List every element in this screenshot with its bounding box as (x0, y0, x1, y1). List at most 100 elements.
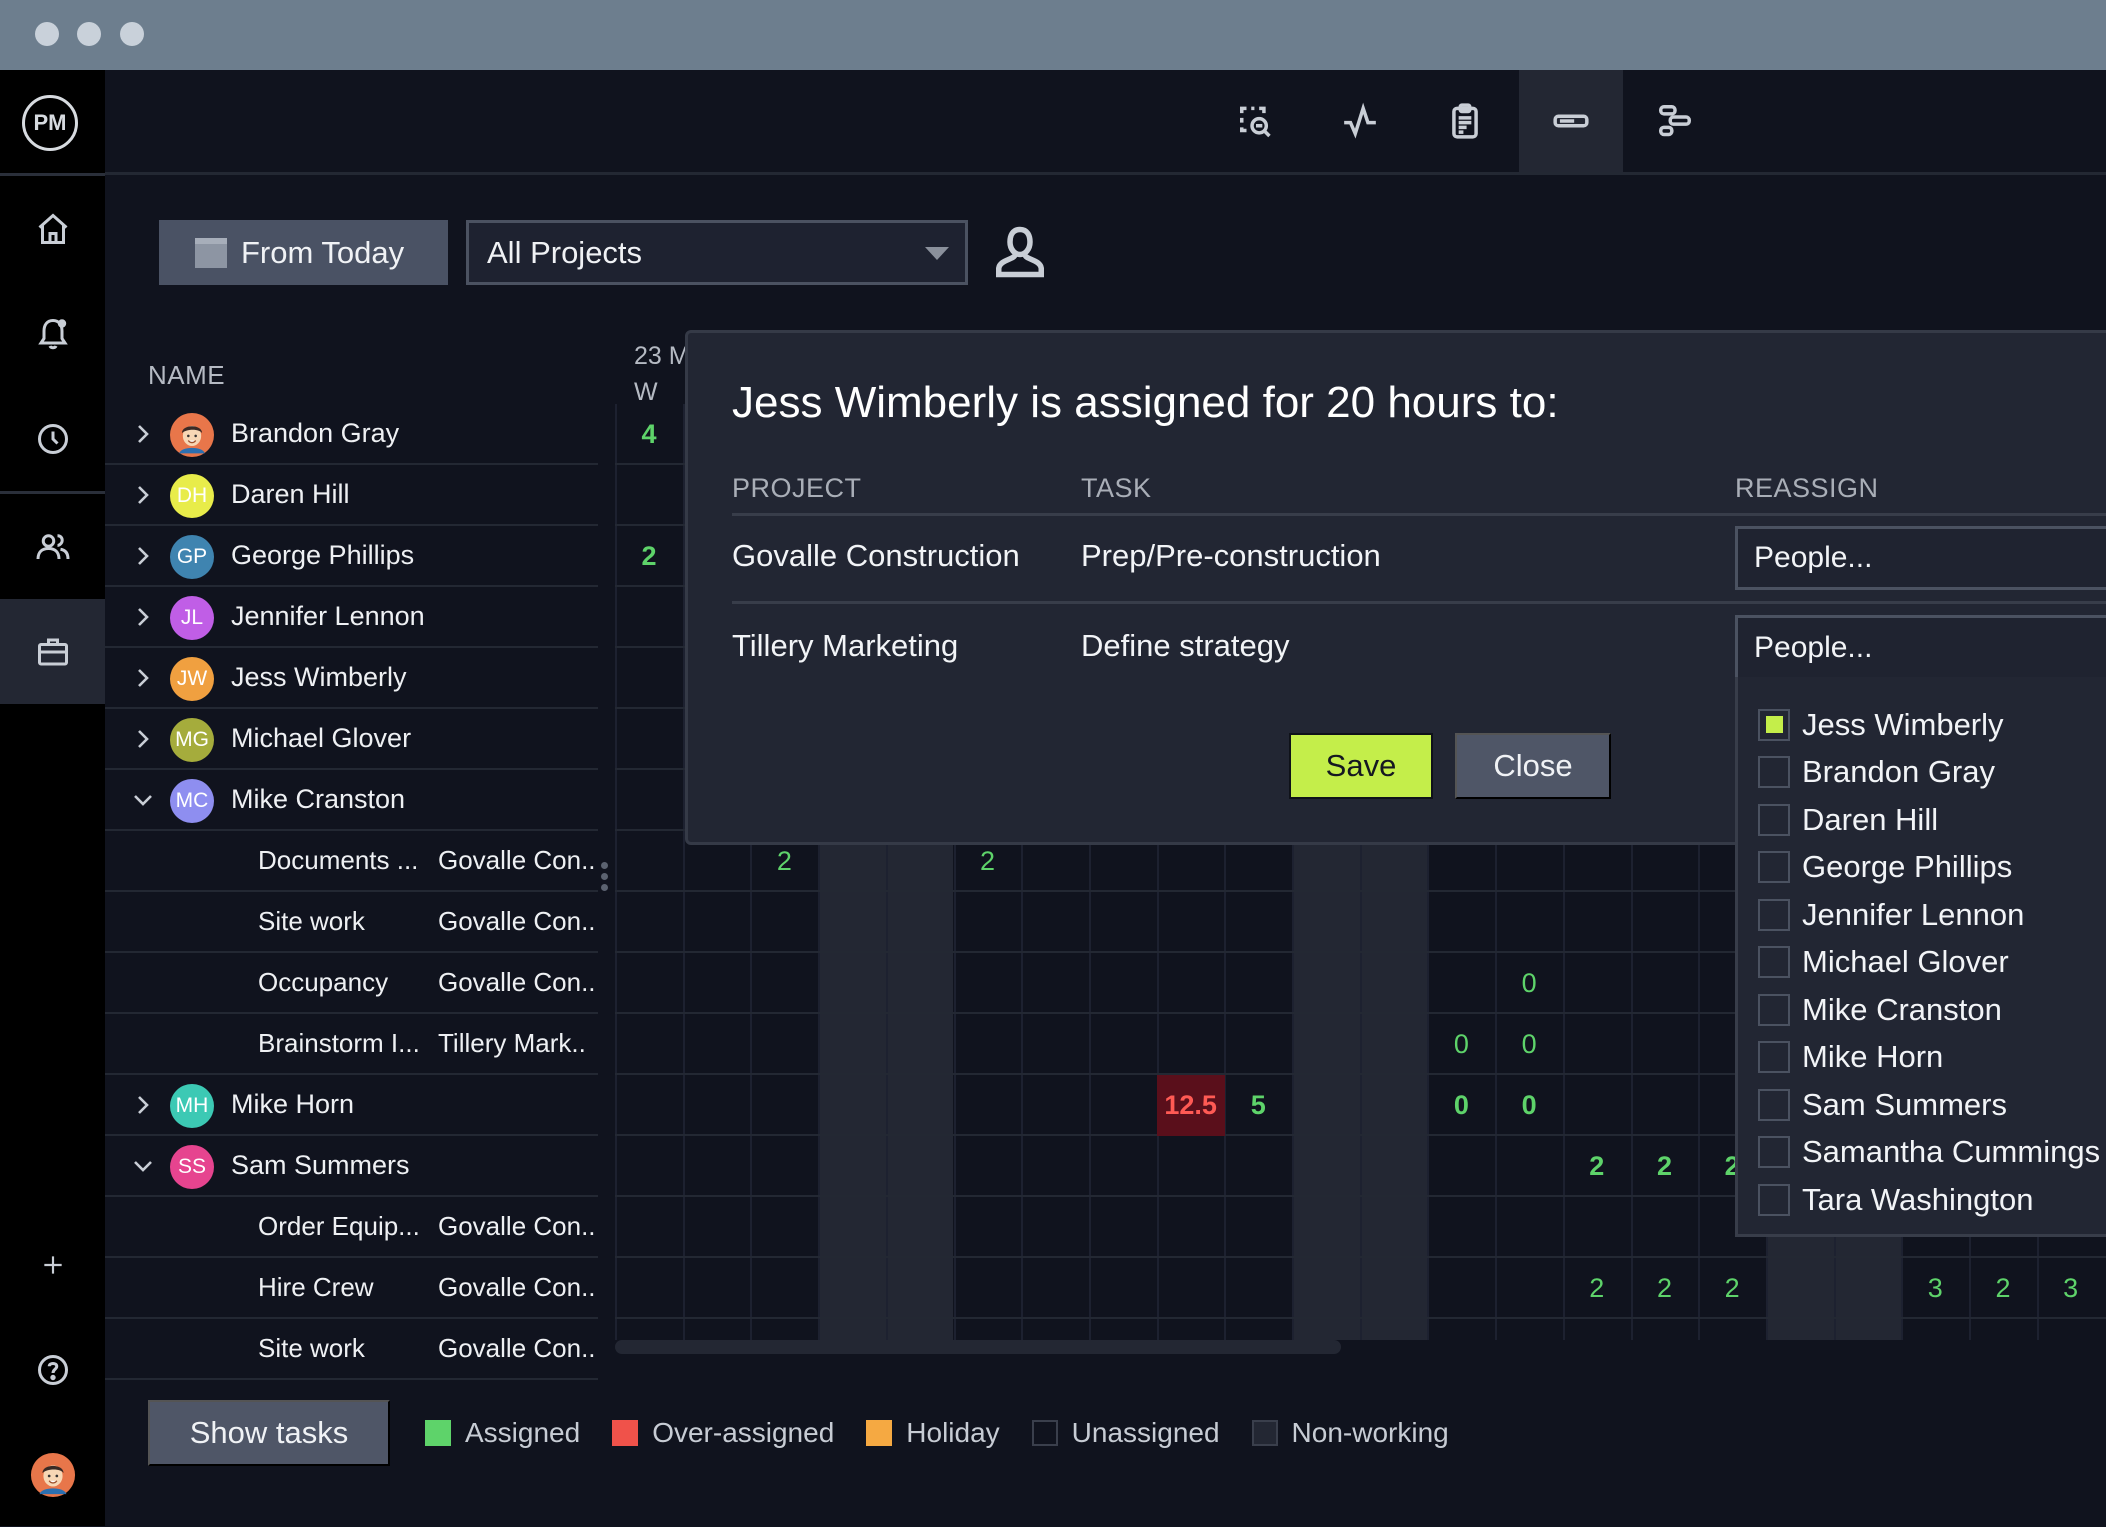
chevron-down-icon[interactable] (131, 1154, 155, 1178)
checkbox[interactable] (1758, 1088, 1790, 1121)
pm-logo[interactable]: PM (22, 95, 78, 151)
chevron-right-icon[interactable] (131, 483, 155, 507)
assigned-hours-cell[interactable]: 0 (1495, 1014, 1563, 1075)
person-row[interactable]: JL Jennifer Lennon (105, 587, 598, 648)
task-row[interactable]: Documents ... Govalle Con.. (105, 831, 598, 892)
person-row[interactable]: GP George Phillips (105, 526, 598, 587)
sidebar-item-notifications[interactable] (0, 281, 105, 386)
name-column-header[interactable]: NAME (148, 360, 225, 391)
toolbar-reports-button[interactable] (1413, 70, 1517, 172)
toolbar-workload-button[interactable] (1519, 70, 1623, 172)
chevron-right-icon[interactable] (131, 727, 155, 751)
checkbox[interactable] (1758, 993, 1790, 1026)
checkbox[interactable] (1758, 898, 1790, 931)
avatar: JL (170, 596, 214, 640)
people-option[interactable]: Mike Cranston (1738, 986, 2106, 1034)
assigned-hours-cell[interactable]: 5 (1224, 1075, 1292, 1136)
person-row[interactable]: JW Jess Wimberly (105, 648, 598, 709)
avatar: MG (170, 718, 214, 762)
window-close-button[interactable] (35, 22, 59, 46)
toolbar-zoom-out-button[interactable] (1204, 70, 1308, 172)
sidebar-item-team[interactable] (0, 494, 105, 599)
sidebar-item-home[interactable] (0, 176, 105, 281)
person-row[interactable]: Brandon Gray (105, 404, 598, 465)
people-option[interactable]: George Phillips (1738, 844, 2106, 892)
task-row[interactable]: Hire Crew Govalle Con.. (105, 1258, 598, 1319)
chevron-right-icon[interactable] (131, 422, 155, 446)
project-select[interactable]: All Projects (466, 220, 968, 285)
chevron-right-icon[interactable] (131, 666, 155, 690)
assigned-hours-cell[interactable]: 2 (1563, 1258, 1631, 1319)
assigned-hours-cell[interactable]: 2 (1969, 1258, 2037, 1319)
legend-swatch (1251, 1420, 1278, 1446)
checkbox[interactable] (1758, 803, 1790, 836)
horizontal-scrollbar[interactable] (615, 1340, 1341, 1354)
people-option[interactable]: Daren Hill (1738, 796, 2106, 844)
task-row[interactable]: Order Equip... Govalle Con.. (105, 1197, 598, 1258)
assigned-hours-cell[interactable]: 4 (615, 404, 683, 465)
checkbox[interactable] (1758, 708, 1790, 741)
sidebar-help-button[interactable] (0, 1317, 105, 1422)
legend-label: Holiday (906, 1417, 1000, 1448)
person-row[interactable]: MC Mike Cranston (105, 770, 598, 831)
assigned-hours-cell[interactable]: 2 (1631, 1136, 1699, 1197)
person-filter-button[interactable] (990, 222, 1050, 282)
save-button[interactable]: Save (1289, 733, 1433, 799)
people-option[interactable]: Tara Washington (1738, 1176, 2106, 1224)
toolbar-dashboard-button[interactable] (1308, 70, 1412, 172)
divider (732, 513, 2106, 516)
task-project: Tillery Mark.. (438, 1028, 586, 1058)
assigned-hours-cell[interactable]: 2 (1563, 1136, 1631, 1197)
people-option[interactable]: Jennifer Lennon (1738, 891, 2106, 939)
person-row[interactable]: MH Mike Horn (105, 1075, 598, 1136)
assigned-hours-cell[interactable]: 0 (1427, 1075, 1495, 1136)
person-row[interactable]: MG Michael Glover (105, 709, 598, 770)
row2-reassign-input[interactable]: People... (1735, 615, 2106, 680)
close-button[interactable]: Close (1455, 733, 1611, 799)
window-minimize-button[interactable] (77, 22, 101, 46)
assigned-hours-cell[interactable]: 2 (1631, 1258, 1699, 1319)
checkbox[interactable] (1758, 851, 1790, 884)
checkbox[interactable] (1758, 1041, 1790, 1074)
chevron-right-icon[interactable] (131, 1093, 155, 1117)
task-row[interactable]: Occupancy Govalle Con.. (105, 953, 598, 1014)
row1-reassign-input[interactable]: People... (1735, 526, 2106, 590)
over-assigned-cell[interactable]: 12.5 (1156, 1075, 1225, 1136)
assigned-hours-cell[interactable]: 3 (1901, 1258, 1969, 1319)
checkbox[interactable] (1758, 756, 1790, 789)
sidebar-add-button[interactable] (0, 1212, 105, 1317)
task-row[interactable]: Site work Govalle Con.. (105, 1319, 598, 1380)
sidebar-item-projects[interactable] (0, 599, 105, 704)
people-option[interactable]: Mike Horn (1738, 1034, 2106, 1082)
task-row[interactable]: Brainstorm I... Tillery Mark.. (105, 1014, 598, 1075)
checkbox[interactable] (1758, 1136, 1790, 1169)
chevron-right-icon[interactable] (131, 544, 155, 568)
assigned-hours-cell[interactable]: 0 (1427, 1014, 1495, 1075)
window-maximize-button[interactable] (120, 22, 144, 46)
checkbox[interactable] (1758, 1183, 1790, 1216)
legend-swatch (866, 1420, 893, 1446)
task-row[interactable]: Site work Govalle Con.. (105, 892, 598, 953)
person-row[interactable]: DH Daren Hill (105, 465, 598, 526)
assigned-hours-cell[interactable]: 2 (1698, 1258, 1766, 1319)
assigned-hours-cell[interactable]: 3 (2037, 1258, 2105, 1319)
people-option[interactable]: Sam Summers (1738, 1081, 2106, 1129)
show-tasks-button[interactable]: Show tasks (148, 1400, 390, 1466)
people-option[interactable]: Jess Wimberly (1738, 701, 2106, 749)
chevron-right-icon[interactable] (131, 605, 155, 629)
toolbar-gantt-button[interactable] (1623, 70, 1727, 172)
assigned-hours-cell[interactable]: 0 (1495, 1075, 1563, 1136)
people-option[interactable]: Samantha Cummings (1738, 1129, 2106, 1177)
checkbox[interactable] (1758, 946, 1790, 979)
chevron-down-icon[interactable] (131, 788, 155, 812)
assigned-hours-cell[interactable]: 2 (615, 526, 683, 587)
person-row[interactable]: SS Sam Summers (105, 1136, 598, 1197)
assigned-hours-cell[interactable]: 0 (1495, 953, 1563, 1014)
legend-item: Non-working (1251, 1417, 1449, 1449)
profile-avatar[interactable] (0, 1422, 105, 1527)
people-option[interactable]: Brandon Gray (1738, 749, 2106, 797)
sidebar-item-timesheets[interactable] (0, 386, 105, 491)
people-option[interactable]: Michael Glover (1738, 939, 2106, 987)
from-today-button[interactable]: From Today (159, 220, 448, 285)
column-resize-handle[interactable] (601, 862, 609, 898)
